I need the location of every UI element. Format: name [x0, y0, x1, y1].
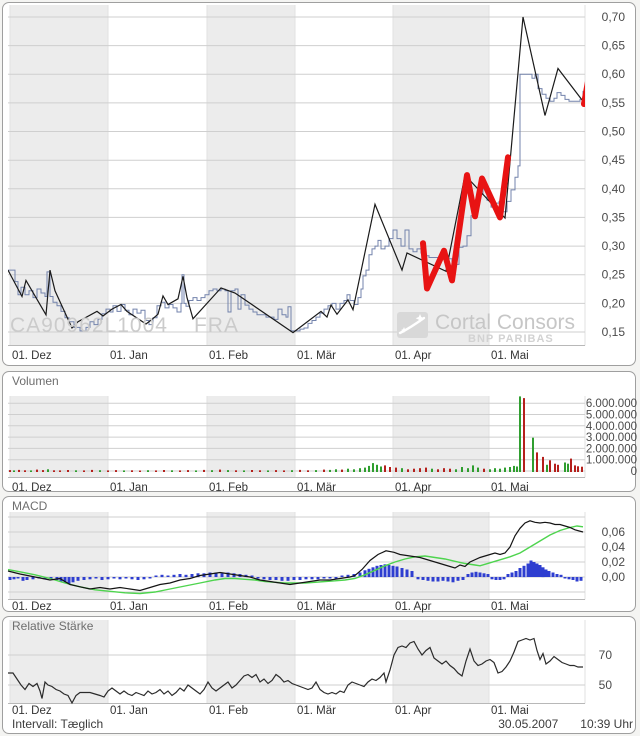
price-panel	[2, 2, 636, 366]
rsi-panel	[2, 616, 636, 734]
stock-chart-widget: 0,700,650,600,550,500,450,400,350,300,25…	[0, 0, 640, 736]
volume-panel	[2, 371, 636, 492]
macd-panel	[2, 496, 636, 612]
